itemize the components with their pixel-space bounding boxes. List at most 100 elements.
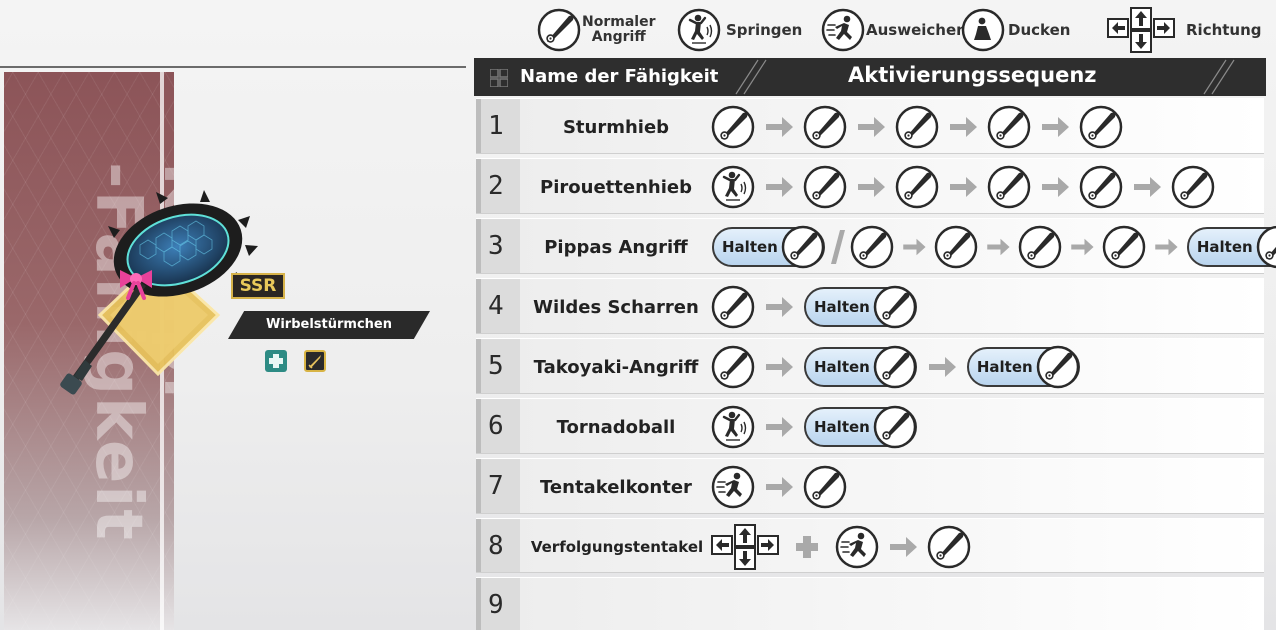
arrow-right-icon: [1124, 164, 1170, 210]
legend-attack-line1: Normaler: [582, 14, 656, 30]
legend-dodge-label: Ausweichen: [866, 21, 967, 39]
dodge-icon: [710, 464, 756, 510]
arrow-right-icon: [848, 104, 894, 150]
arrow-right-icon: [1032, 164, 1078, 210]
dodge-icon: [834, 524, 880, 570]
arrow-right-icon: [756, 284, 802, 330]
legend-crouch: Ducken: [960, 8, 1070, 52]
attack-icon: [1035, 344, 1081, 390]
arrow-right-icon: [880, 524, 926, 570]
attack-icon: [986, 104, 1032, 150]
attack-icon: [872, 344, 918, 390]
attack-icon: [1078, 104, 1124, 150]
attack-icon: [1170, 164, 1216, 210]
arrow-right-icon: [940, 104, 986, 150]
hold-attack-pill: Halten: [804, 287, 917, 327]
legend-jump: Springen: [676, 8, 802, 52]
table-row: 7 Tentakelkonter: [476, 458, 1264, 514]
activation-sequence: Halten: [710, 279, 919, 335]
table-row: 3 Pippas Angriff Halten Halten: [476, 218, 1276, 274]
legend-jump-label: Springen: [726, 21, 803, 39]
skill-name: Sturmhieb: [562, 116, 670, 138]
skill-name: Wildes Scharren: [533, 296, 699, 318]
row-number: 8: [488, 531, 504, 561]
rarity-badge: SSR: [231, 273, 285, 299]
jump-icon: [710, 164, 756, 210]
hold-label: Halten: [814, 358, 870, 376]
attack-icon: [894, 104, 940, 150]
activation-sequence: [710, 459, 848, 515]
arrow-right-icon: [756, 404, 802, 450]
plus-icon: [780, 524, 834, 570]
attack-icon: [1017, 224, 1063, 270]
table-row: 1 Sturmhieb: [476, 98, 1264, 154]
jump-icon: [676, 7, 722, 53]
row-number: 3: [488, 231, 504, 261]
arrow-right-icon: [848, 164, 894, 210]
header-skill-name: Name der Fähigkeit: [520, 66, 719, 87]
row-number: 7: [488, 471, 504, 501]
hold-label: Halten: [1196, 238, 1253, 256]
legend-direction: Richtung: [1106, 8, 1262, 52]
skill-name: [524, 578, 708, 630]
activation-sequence: Halten: [710, 399, 919, 455]
table-row: 4 Wildes Scharren Halten: [476, 278, 1264, 334]
direction-keys-icon: [710, 524, 780, 570]
or-separator-icon: [827, 224, 849, 270]
arrow-right-icon: [979, 224, 1017, 270]
hold-attack-pill: Halten: [804, 407, 917, 447]
arrow-right-icon: [895, 224, 933, 270]
hold-label: Halten: [814, 298, 870, 316]
attack-icon: [536, 7, 582, 53]
header-activation-sequence: Aktivierungssequenz: [848, 63, 1097, 87]
skill-table: 1 Sturmhieb 2 Pirouettenhieb 3 Pippas An…: [476, 98, 1276, 630]
skill-name: Tentakelkonter: [540, 476, 692, 498]
arrow-right-icon: [940, 164, 986, 210]
arrow-right-icon: [756, 464, 802, 510]
table-row: 8 Verfolgungstentakel: [476, 518, 1264, 573]
arrow-right-icon: [1032, 104, 1078, 150]
attack-icon: [926, 524, 972, 570]
arrow-right-icon: [1147, 224, 1185, 270]
activation-sequence: Halten Halten: [710, 339, 1082, 395]
activation-sequence: [710, 99, 1124, 155]
legend-attack-label: Normaler Angriff: [582, 15, 655, 45]
arrow-right-icon: [919, 344, 965, 390]
skill-name: Pirouettenhieb: [540, 176, 692, 198]
heal-type-icon: [265, 350, 287, 372]
legend-direction-label: Richtung: [1186, 21, 1262, 39]
attack-icon: [802, 104, 848, 150]
attack-icon: [1101, 224, 1147, 270]
arrow-right-icon: [756, 164, 802, 210]
row-number: 6: [488, 411, 504, 441]
table-row: 2 Pirouettenhieb: [476, 158, 1264, 214]
attack-icon: [780, 224, 826, 270]
attack-icon: [933, 224, 979, 270]
header-slash-decoration: [735, 59, 767, 95]
attack-icon: [710, 284, 756, 330]
activation-sequence: Halten Halten: [710, 219, 1276, 275]
header-slash-decoration: [1203, 59, 1235, 95]
table-row: 5 Takoyaki-Angriff Halten Halten: [476, 338, 1264, 394]
skill-name: Tornadoball: [556, 416, 676, 438]
direction-keys-icon: [1106, 7, 1176, 53]
row-number: 2: [488, 171, 504, 201]
arrow-right-icon: [1063, 224, 1101, 270]
attack-icon: [802, 164, 848, 210]
grid-icon: [490, 69, 508, 87]
legend-crouch-label: Ducken: [1008, 21, 1071, 39]
activation-sequence: [710, 519, 972, 575]
attack-icon: [894, 164, 940, 210]
table-row: 9: [476, 577, 1264, 630]
arrow-right-icon: [756, 104, 802, 150]
weapon-name: Wirbelstürmchen: [228, 311, 430, 339]
row-number: 1: [488, 111, 504, 141]
left-divider-line: [0, 66, 466, 68]
table-header: Name der Fähigkeit Aktivierungssequenz: [474, 58, 1266, 96]
legend-dodge: Ausweichen: [820, 8, 967, 52]
attack-icon: [849, 224, 895, 270]
crouch-icon: [960, 7, 1006, 53]
skill-name: Takoyaki-Angriff: [533, 356, 699, 378]
dodge-icon: [820, 7, 866, 53]
legend-attack-line2: Angriff: [591, 29, 646, 45]
